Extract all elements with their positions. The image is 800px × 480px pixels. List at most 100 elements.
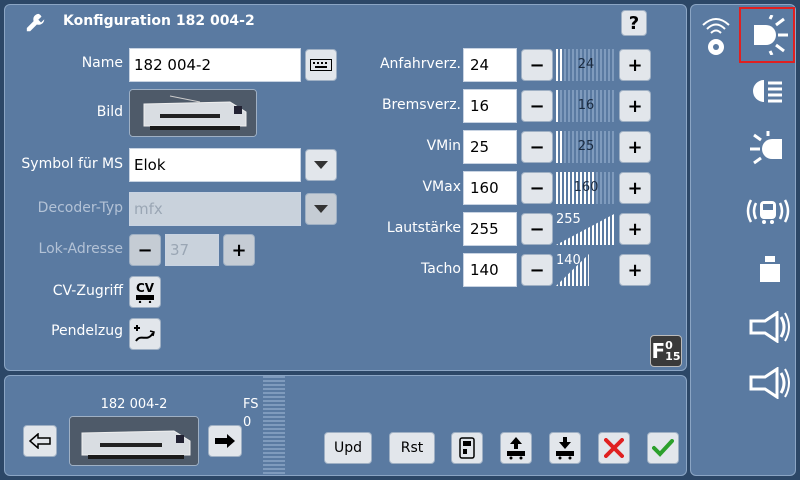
radio-signal-icon[interactable]	[699, 13, 733, 57]
page-title: Konfiguration 182 004-2	[63, 13, 255, 29]
adresse-value: 37	[170, 241, 190, 259]
adresse-plus-button: +	[223, 234, 255, 266]
param-slider[interactable]: 160	[556, 172, 616, 204]
loco-image[interactable]	[69, 416, 199, 466]
loco-image-button[interactable]	[129, 89, 257, 137]
adresse-minus-button: −	[129, 234, 161, 266]
weight-icon[interactable]	[745, 249, 795, 289]
param-value-input[interactable]: 25	[463, 130, 517, 164]
minus-icon: −	[137, 239, 153, 261]
symbol-label: Symbol für MS	[21, 156, 123, 172]
keyboard-button[interactable]	[305, 49, 337, 81]
config-panel: Konfiguration 182 004-2 ? Name 182 004-2…	[4, 4, 687, 371]
help-button[interactable]: ?	[621, 10, 647, 36]
function-keys-button[interactable]: F 0 15	[650, 335, 682, 367]
param-slider-text: 25	[577, 139, 595, 154]
decoder-select: mfx	[129, 192, 301, 226]
name-value: 182 004-2	[134, 56, 211, 74]
decoder-read-button[interactable]	[451, 432, 483, 464]
rst-button[interactable]: Rst	[389, 432, 435, 464]
param-minus-button[interactable]: −	[521, 49, 553, 81]
param-minus-button[interactable]: −	[521, 172, 553, 204]
decoder-value: mfx	[134, 200, 163, 218]
name-label: Name	[81, 55, 123, 71]
headlight-beam-icon[interactable]	[741, 71, 791, 111]
cancel-button[interactable]	[598, 432, 630, 464]
back-button[interactable]	[23, 425, 57, 457]
symbol-select[interactable]: Elok	[129, 148, 301, 182]
decoder-icon	[459, 437, 475, 459]
param-value-input[interactable]: 160	[463, 171, 517, 205]
upload-train-button[interactable]	[500, 432, 532, 464]
param-value-input[interactable]: 255	[463, 212, 517, 246]
checkmark-icon	[652, 439, 674, 457]
front-light-icon[interactable]	[743, 15, 793, 55]
param-minus-button[interactable]: −	[521, 213, 553, 245]
param-value: 140	[470, 261, 499, 279]
param-value-input[interactable]: 16	[463, 89, 517, 123]
param-label: Bremsverz.	[381, 97, 461, 113]
wrench-icon	[26, 13, 45, 32]
param-plus-button[interactable]: +	[619, 49, 651, 81]
fs-label: FS	[243, 397, 259, 412]
param-plus-button[interactable]: +	[619, 90, 651, 122]
param-plus-button[interactable]: +	[619, 172, 651, 204]
chevron-down-icon	[314, 161, 328, 169]
loco-name: 182 004-2	[100, 397, 168, 412]
function-sidebar	[690, 4, 796, 476]
confirm-button[interactable]	[647, 432, 679, 464]
train-icon	[136, 295, 154, 303]
bild-label: Bild	[96, 104, 123, 120]
name-input[interactable]: 182 004-2	[129, 48, 301, 82]
horn-icon[interactable]	[745, 307, 795, 347]
param-slider[interactable]: 16	[556, 90, 616, 122]
upd-button[interactable]: Upd	[324, 432, 372, 464]
param-slider[interactable]: 255	[556, 213, 616, 245]
param-label: Lautstärke	[386, 220, 461, 236]
param-slider-text: 140	[556, 254, 581, 268]
param-slider-text: 16	[577, 98, 595, 113]
param-slider[interactable]: 24	[556, 49, 616, 81]
param-slider[interactable]: 140	[556, 254, 616, 286]
train-download-icon	[556, 437, 574, 460]
locomotive-icon	[70, 417, 198, 465]
close-icon	[604, 438, 624, 458]
cv-button[interactable]: CV	[129, 276, 161, 308]
param-plus-button[interactable]: +	[619, 254, 651, 286]
cv-label: CV-Zugriff	[52, 283, 123, 299]
rear-light-icon[interactable]	[741, 129, 791, 169]
param-label: Tacho	[421, 261, 461, 277]
param-value-input[interactable]: 140	[463, 253, 517, 287]
param-slider[interactable]: 25	[556, 131, 616, 163]
forward-button[interactable]	[208, 425, 242, 457]
param-value: 24	[470, 56, 490, 74]
train-sound-icon[interactable]	[743, 191, 793, 231]
horn-2-icon[interactable]	[745, 363, 795, 403]
decoder-label: Decoder-Typ	[37, 200, 123, 216]
symbol-dropdown-button[interactable]	[305, 149, 337, 181]
pendelzug-button[interactable]	[129, 318, 161, 350]
param-plus-button[interactable]: +	[619, 131, 651, 163]
adresse-label: Lok-Adresse	[38, 241, 123, 257]
arrow-right-icon	[215, 434, 235, 448]
param-plus-button[interactable]: +	[619, 213, 651, 245]
loco-control-panel: 182 004-2 FS 0 Upd Rst	[4, 375, 687, 476]
param-minus-button[interactable]: −	[521, 254, 553, 286]
param-minus-button[interactable]: −	[521, 90, 553, 122]
train-upload-icon	[507, 437, 525, 460]
speed-bar[interactable]	[263, 376, 285, 474]
param-label: VMax	[422, 179, 461, 195]
param-value: 25	[470, 138, 490, 156]
param-value: 255	[470, 220, 499, 238]
decoder-dropdown-button	[305, 193, 337, 225]
locomotive-icon	[130, 90, 256, 136]
adresse-input: 37	[165, 234, 219, 266]
help-button-label: ?	[628, 12, 640, 34]
download-train-button[interactable]	[549, 432, 581, 464]
param-minus-button[interactable]: −	[521, 131, 553, 163]
chevron-down-icon	[314, 205, 328, 213]
keyboard-icon	[310, 59, 332, 71]
param-value-input[interactable]: 24	[463, 48, 517, 82]
arrow-left-icon	[29, 433, 51, 449]
shuttle-train-icon	[134, 325, 155, 342]
